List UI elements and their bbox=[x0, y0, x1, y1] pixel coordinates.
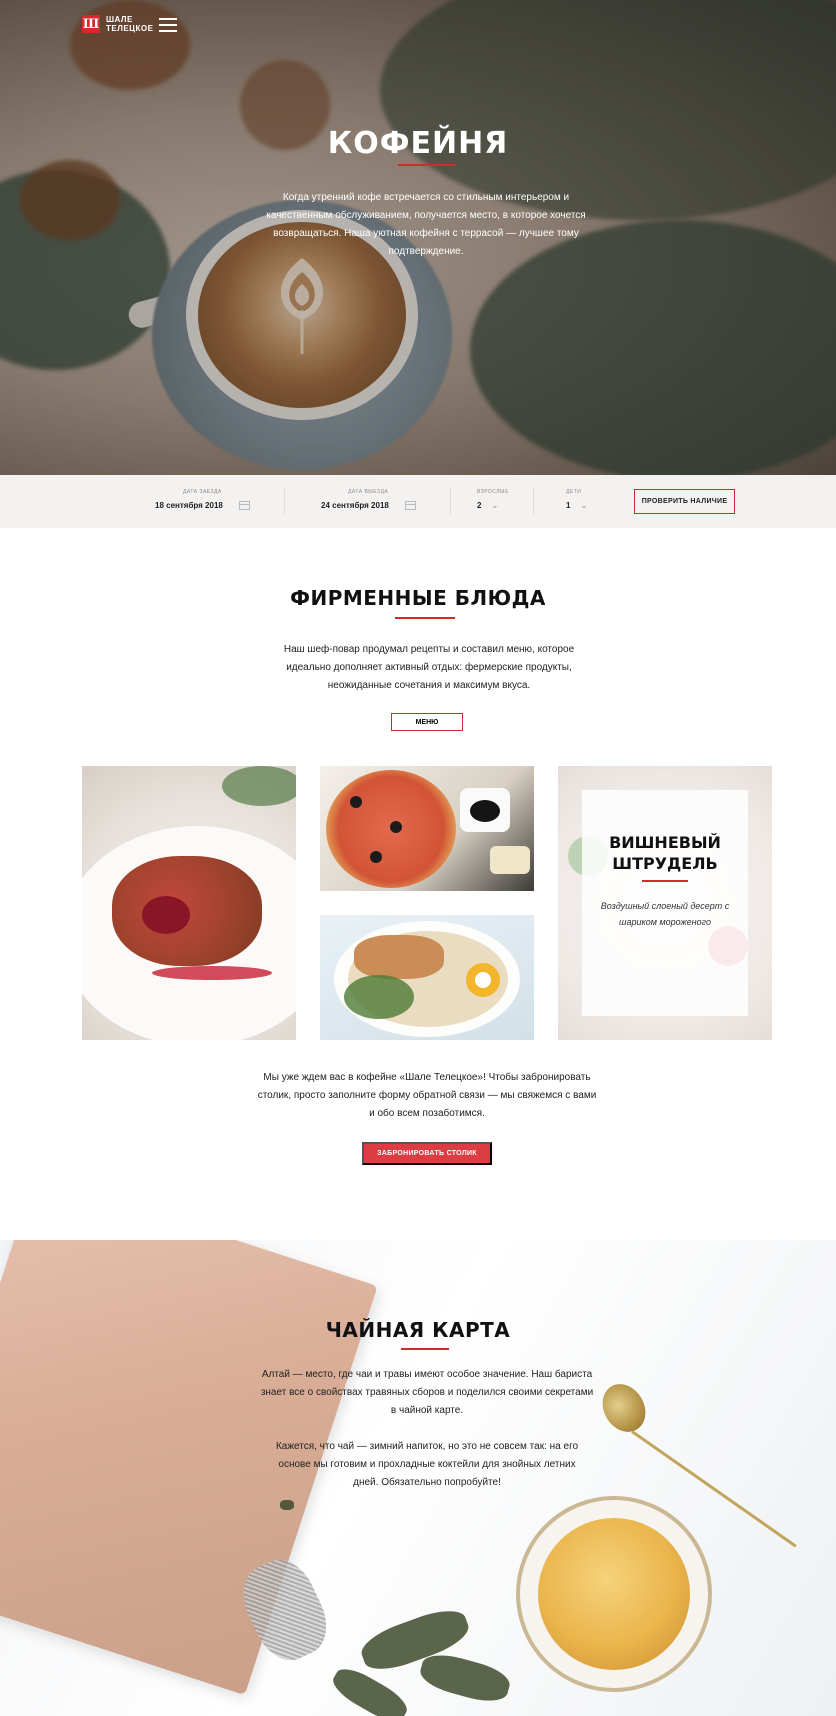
tea-title-underline bbox=[401, 1348, 449, 1350]
children-select[interactable]: Дети 1 ⌄ bbox=[566, 489, 587, 510]
arrival-date-field[interactable]: Дата заезда 18 сентября 2018 bbox=[155, 489, 250, 510]
chevron-down-icon[interactable]: ⌄ bbox=[580, 501, 587, 510]
calendar-icon[interactable] bbox=[404, 501, 416, 510]
divider bbox=[284, 487, 285, 515]
check-availability-button[interactable]: ПРОВЕРИТЬ НАЛИЧИЕ bbox=[634, 489, 735, 514]
dishes-description: Наш шеф-повар продумал рецепты и состави… bbox=[283, 644, 575, 691]
logo-line-1: ШАЛЕ bbox=[106, 15, 133, 24]
chevron-down-icon[interactable]: ⌄ bbox=[491, 501, 498, 510]
arrival-date-value: 18 сентября 2018 bbox=[155, 501, 223, 510]
divider bbox=[450, 487, 451, 515]
tea-description-2: Кажется, что чай — зимний напиток, но эт… bbox=[275, 1441, 579, 1488]
strudel-card-description: Воздушный слоеный десерт с шариком морож… bbox=[600, 901, 730, 927]
tea-title: ЧАЙНАЯ КАРТА bbox=[325, 1318, 511, 1342]
dishes-title-underline bbox=[395, 617, 455, 619]
reserve-table-button[interactable]: ЗАБРОНИРОВАТЬ СТОЛИК bbox=[362, 1142, 492, 1165]
pizza-photo bbox=[320, 766, 534, 891]
hero-description: Когда утренний кофе встречается со стиль… bbox=[266, 192, 586, 257]
departure-date-field[interactable]: Дата выезда 24 сентября 2018 bbox=[321, 489, 416, 510]
children-value: 1 bbox=[566, 501, 571, 510]
calendar-icon[interactable] bbox=[238, 501, 250, 510]
menu-button[interactable]: МЕНЮ bbox=[391, 713, 463, 731]
meat-dish-photo bbox=[82, 766, 296, 1040]
hero-title: КОФЕЙНЯ bbox=[327, 126, 509, 161]
reserve-description: Мы уже ждем вас в кофейне «Шале Телецкое… bbox=[257, 1072, 597, 1119]
departure-date-label: Дата выезда bbox=[348, 489, 389, 495]
noodle-bowl-photo bbox=[320, 915, 534, 1040]
logo[interactable]: Ш ШАЛЕ ТЕЛЕЦКОЕ bbox=[82, 15, 153, 33]
departure-date-value: 24 сентября 2018 bbox=[321, 501, 389, 510]
children-label: Дети bbox=[566, 489, 582, 495]
adults-select[interactable]: Взрослые 2 ⌄ bbox=[477, 489, 509, 510]
strudel-title-line-1: ВИШНЕВЫЙ bbox=[609, 833, 721, 852]
adults-value: 2 bbox=[477, 501, 482, 510]
arrival-date-label: Дата заезда bbox=[183, 489, 222, 495]
dishes-title: ФИРМЕННЫЕ БЛЮДА bbox=[290, 586, 546, 610]
tea-liquid-image bbox=[538, 1518, 690, 1670]
tea-leaves-image bbox=[280, 1500, 294, 1510]
hero-section: Ш ШАЛЕ ТЕЛЕЦКОЕ КОФЕЙНЯ Когда утренний к… bbox=[0, 0, 836, 475]
logo-text: ШАЛЕ ТЕЛЕЦКОЕ bbox=[106, 15, 153, 33]
hamburger-menu-icon[interactable] bbox=[159, 18, 177, 32]
logo-mark-icon: Ш bbox=[82, 15, 100, 33]
divider bbox=[533, 487, 534, 515]
tea-leaves-image bbox=[416, 1648, 514, 1708]
tea-description-1: Алтай — место, где чаи и травы имеют осо… bbox=[260, 1369, 594, 1416]
hero-title-underline bbox=[398, 164, 456, 166]
strudel-card[interactable]: ВИШНЕВЫЙ ШТРУДЕЛЬ Воздушный слоеный десе… bbox=[582, 790, 748, 1016]
strudel-card-title: ВИШНЕВЫЙ ШТРУДЕЛЬ bbox=[582, 832, 748, 874]
adults-label: Взрослые bbox=[477, 489, 509, 495]
logo-line-2: ТЕЛЕЦКОЕ bbox=[106, 24, 154, 33]
tea-leaves-image bbox=[327, 1662, 413, 1716]
strudel-card-underline bbox=[642, 880, 688, 882]
strudel-title-line-2: ШТРУДЕЛЬ bbox=[612, 854, 718, 873]
